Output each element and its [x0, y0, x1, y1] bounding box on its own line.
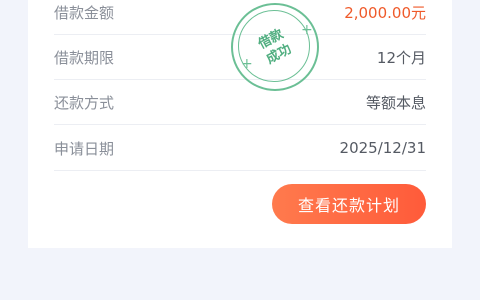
loan-term-label: 借款期限 [54, 48, 115, 67]
loan-amount-value: 2,000.00元 [344, 2, 426, 23]
application-date-value: 2025/12/31 [339, 139, 426, 157]
repayment-method-label: 还款方式 [54, 93, 115, 112]
view-repayment-plan-button[interactable]: 查看还款计划 [272, 184, 426, 224]
stamp-cross-right-icon: + [301, 22, 313, 38]
application-date-label: 申请日期 [54, 139, 115, 158]
row-application-date: 申请日期 2025/12/31 [54, 126, 426, 171]
row-repayment-method: 还款方式 等额本息 [54, 80, 426, 125]
loan-amount-unit: 元 [410, 3, 426, 22]
stamp-cross-left-icon: + [241, 56, 253, 72]
loan-amount-number: 2,000.00 [344, 3, 411, 22]
loan-success-stamp: 借款 成功 + + [231, 3, 319, 91]
loan-term-value: 12个月 [376, 48, 426, 67]
loan-amount-label: 借款金额 [54, 3, 115, 22]
repayment-method-value: 等额本息 [365, 93, 426, 112]
